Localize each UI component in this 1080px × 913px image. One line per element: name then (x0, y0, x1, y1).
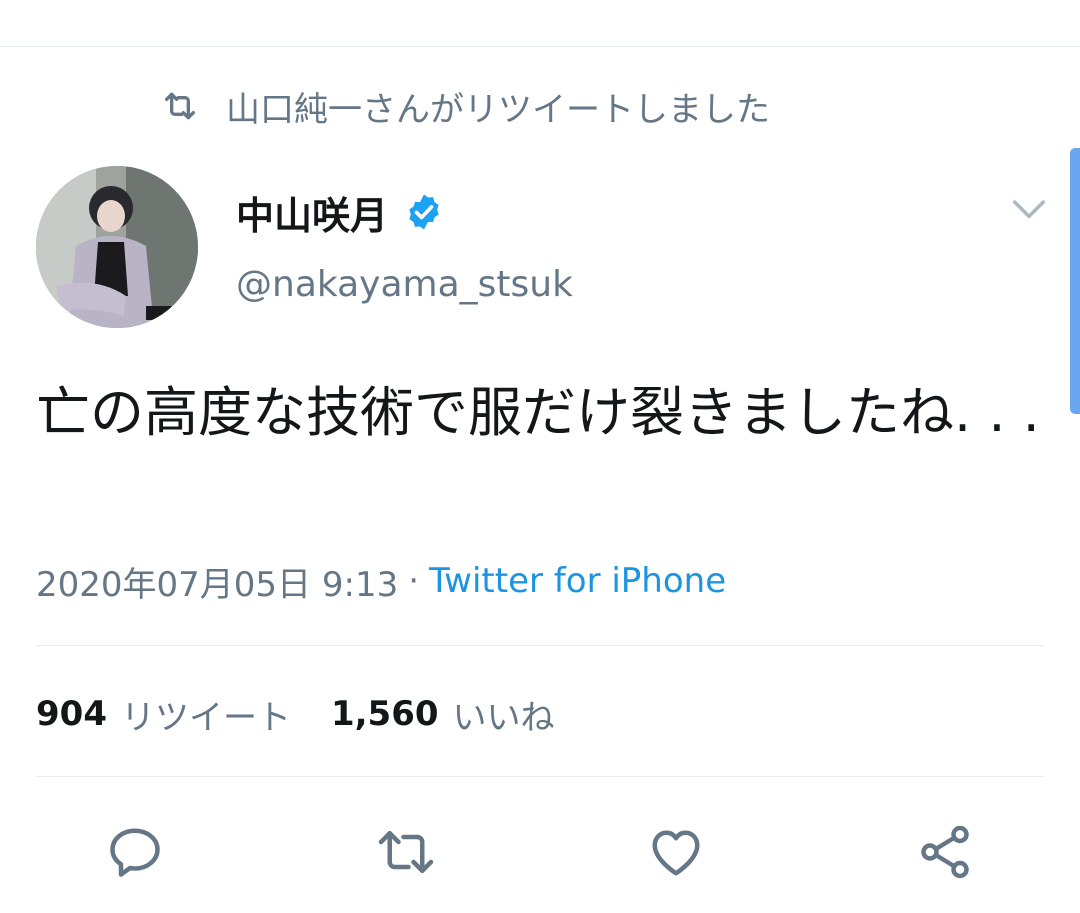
avatar[interactable] (36, 166, 198, 328)
meta-separator: · (408, 561, 420, 601)
like-icon (652, 830, 700, 876)
chevron-down-icon[interactable] (1010, 194, 1048, 226)
display-name[interactable]: 中山咲月 (236, 185, 388, 240)
verified-badge-icon (409, 194, 439, 230)
likes-label[interactable]: いいね (453, 690, 555, 739)
retweet-icon (378, 831, 434, 873)
like-button[interactable] (646, 822, 706, 882)
likes-count[interactable]: 1,560 (331, 694, 439, 734)
tweet-stats: 904 リツイート 1,560 いいね (36, 688, 595, 740)
retweet-context-label: 山口純一さんがリツイートしました (226, 89, 770, 130)
scrollbar-thumb[interactable] (1070, 148, 1080, 414)
divider (36, 776, 1044, 777)
reply-icon (110, 828, 160, 877)
retweets-label[interactable]: リツイート (121, 690, 291, 739)
tweet-text: 亡の高度な技術で服だけ裂きましたね. . . (36, 381, 1040, 444)
author-handle[interactable]: @nakayama_stsuk (236, 264, 573, 305)
reply-button[interactable] (105, 822, 165, 882)
retweet-button[interactable] (376, 822, 436, 882)
retweets-count[interactable]: 904 (36, 694, 107, 734)
author-name-row[interactable]: 中山咲月 (236, 182, 444, 242)
retweet-icon (165, 92, 195, 120)
avatar-photo (36, 166, 198, 328)
tweet-source-link[interactable]: Twitter for iPhone (429, 561, 726, 601)
share-icon (921, 825, 969, 879)
tweet-timestamp[interactable]: 2020年07月05日 9:13 (36, 557, 398, 606)
top-divider (0, 46, 1080, 47)
retweet-context[interactable]: 山口純一さんがリツイートしました (160, 80, 770, 132)
divider (36, 645, 1044, 646)
share-button[interactable] (915, 822, 975, 882)
tweet-meta: 2020年07月05日 9:13 · Twitter for iPhone (36, 556, 726, 606)
